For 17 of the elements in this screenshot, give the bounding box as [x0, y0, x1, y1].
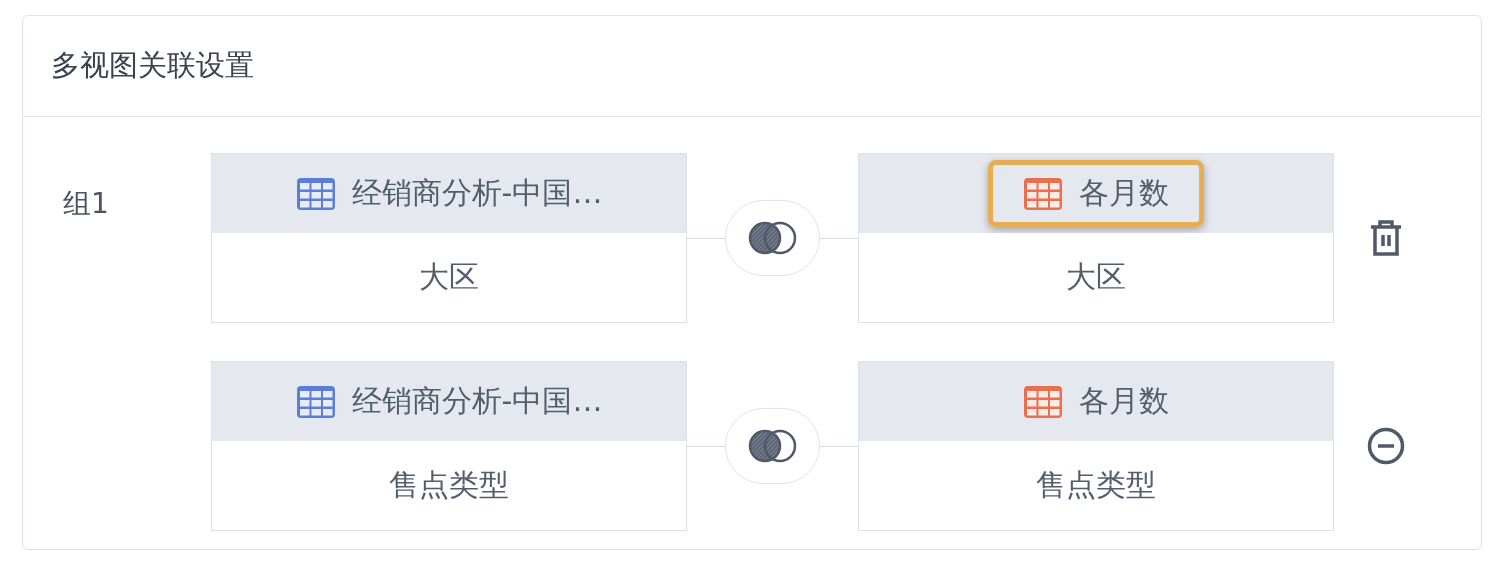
panel-title: 多视图关联设置: [51, 47, 254, 84]
table-icon: [295, 176, 336, 211]
table-icon: [1023, 176, 1063, 211]
table-title: 经销商分析-中国…: [351, 174, 603, 212]
remove-button[interactable]: [1366, 426, 1406, 466]
minus-circle-icon: [1367, 427, 1405, 465]
group-label: 组1: [63, 186, 110, 222]
table-title: 经销商分析-中国…: [351, 382, 603, 420]
table-icon: [1023, 384, 1063, 419]
field-name[interactable]: 售点类型: [1036, 465, 1156, 506]
table-icon: [295, 384, 336, 419]
table-title: 各月数: [1079, 382, 1169, 420]
field-name[interactable]: 大区: [1066, 257, 1126, 298]
field-name[interactable]: 售点类型: [389, 465, 509, 506]
table-title: 各月数: [1079, 174, 1169, 212]
field-name[interactable]: 大区: [419, 257, 479, 298]
trash-icon: [1369, 219, 1403, 257]
